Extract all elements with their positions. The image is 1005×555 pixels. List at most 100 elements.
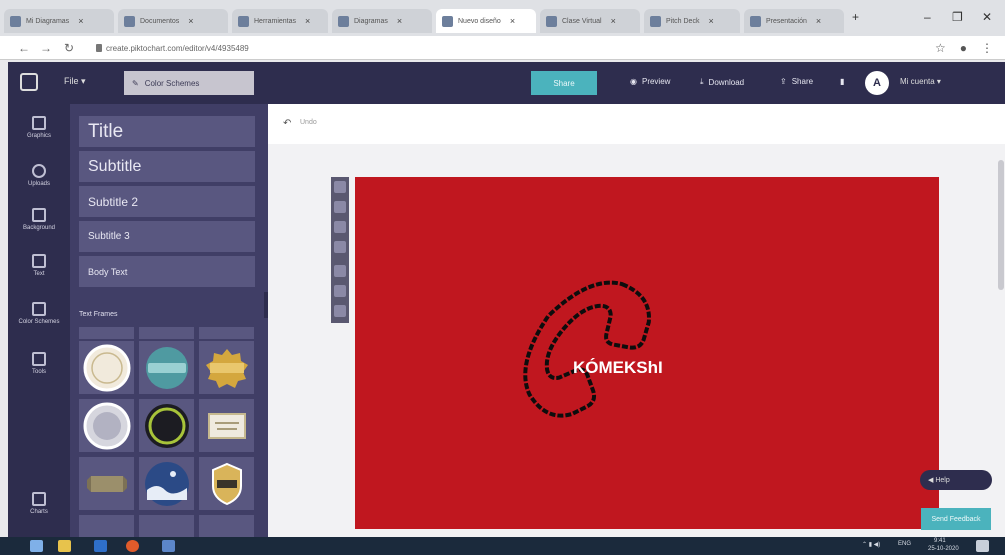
frame-tile[interactable] — [139, 341, 194, 394]
close-tab-icon[interactable]: × — [78, 16, 83, 26]
app-logo-icon[interactable] — [20, 73, 38, 91]
reload-icon[interactable]: ↻ — [64, 41, 74, 55]
bookmark-star-icon[interactable]: ☆ — [935, 41, 946, 55]
back-icon[interactable]: ← — [18, 41, 30, 55]
frame-tile[interactable] — [199, 515, 254, 537]
rail-item-tools[interactable]: Tools — [8, 352, 70, 398]
close-tab-icon[interactable]: × — [188, 16, 193, 26]
design-canvas[interactable]: KÓMEKShI — [355, 177, 939, 529]
frame-tile[interactable] — [139, 327, 194, 339]
rail-item-background[interactable]: Background — [8, 208, 70, 254]
frame-tile[interactable] — [79, 327, 134, 339]
browser-menu-icon[interactable]: ⋮ — [981, 41, 993, 55]
help-label: ◀ Help — [928, 477, 950, 484]
frame-tile[interactable] — [139, 399, 194, 452]
clock-time[interactable]: 9:41 — [934, 538, 946, 544]
phone-handset-icon — [523, 280, 651, 418]
browser-tab[interactable]: Clase Virtual × — [540, 9, 640, 33]
close-tab-icon[interactable]: × — [397, 16, 402, 26]
browser-tab[interactable]: Documentos × — [118, 9, 228, 33]
favicon-icon — [546, 15, 557, 27]
subtitle-text-tile[interactable]: Subtitle — [79, 151, 255, 182]
user-menu[interactable]: Mi cuenta ▾ — [900, 77, 941, 86]
close-tab-icon[interactable]: × — [510, 16, 515, 26]
phone-logo[interactable]: KÓMEKShI — [355, 177, 939, 529]
body-text-tile[interactable]: Body Text — [79, 256, 255, 287]
background-settings-icon[interactable] — [334, 265, 346, 277]
file-menu[interactable]: File ▾ — [64, 76, 86, 87]
rail-item-graphics[interactable]: Graphics — [8, 116, 70, 162]
help-button[interactable]: ◀ Help — [920, 470, 992, 490]
frame-tile[interactable] — [79, 515, 134, 537]
frame-tile[interactable] — [79, 457, 134, 510]
close-tab-icon[interactable]: × — [816, 16, 821, 26]
add-block-icon[interactable] — [334, 241, 346, 253]
duplicate-icon[interactable] — [334, 221, 346, 233]
lock-icon[interactable]: ▮ — [840, 77, 844, 86]
clock-date[interactable]: 25-10-2020 — [928, 546, 959, 552]
frame-tile[interactable] — [139, 457, 194, 510]
frame-tile[interactable] — [199, 327, 254, 339]
send-feedback-button[interactable]: Send Feedback — [921, 508, 991, 530]
close-tab-icon[interactable]: × — [305, 16, 310, 26]
shield-badge-icon — [211, 462, 242, 505]
share-link-button[interactable]: ⇪ Share — [780, 77, 813, 86]
chrome-icon[interactable] — [126, 540, 139, 552]
frame-tile[interactable] — [199, 457, 254, 510]
subtitle-3-text-tile[interactable]: Subtitle 3 — [79, 221, 255, 252]
browser-tab[interactable]: Pitch Deck × — [644, 9, 740, 33]
tray-icons[interactable]: ⌃ ▮ ◀) — [862, 541, 880, 548]
subtitle-2-text-tile[interactable]: Subtitle 2 — [79, 186, 255, 217]
frame-tile[interactable] — [139, 515, 194, 537]
block-settings-icon[interactable] — [334, 285, 346, 297]
browser-tab-active[interactable]: Nuevo diseño × — [436, 9, 536, 33]
move-down-icon[interactable] — [334, 201, 346, 213]
download-button[interactable]: ⤓ Download — [700, 77, 744, 87]
close-tab-icon[interactable]: × — [708, 16, 713, 26]
notifications-icon[interactable] — [976, 540, 989, 552]
delete-block-icon[interactable] — [334, 305, 346, 317]
minimize-icon[interactable]: – — [924, 10, 931, 24]
forward-icon[interactable]: → — [40, 41, 52, 55]
start-icon[interactable] — [30, 540, 43, 552]
avatar[interactable]: A — [865, 71, 889, 95]
browser-tab[interactable]: Diagramas × — [332, 9, 432, 33]
browser-tab[interactable]: Herramientas × — [232, 9, 328, 33]
browser-tab[interactable]: Mi Diagramas × — [4, 9, 114, 33]
browser-tab[interactable]: Presentación × — [744, 9, 844, 33]
undo-label: Undo — [300, 119, 317, 126]
file-explorer-icon[interactable] — [58, 540, 71, 552]
frame-tile[interactable] — [79, 341, 134, 394]
tab-title: Herramientas — [254, 17, 297, 25]
new-tab-icon[interactable]: + — [852, 10, 859, 24]
close-tab-icon[interactable]: × — [611, 16, 616, 26]
rail-item-uploads[interactable]: Uploads — [8, 164, 70, 210]
edge-icon[interactable] — [94, 540, 107, 552]
undo-icon[interactable]: ↶ — [283, 118, 291, 129]
frame-tile[interactable] — [79, 399, 134, 452]
frame-tile[interactable] — [199, 399, 254, 452]
preview-button[interactable]: ◉ Preview — [630, 77, 670, 86]
profile-icon[interactable]: ● — [960, 41, 967, 55]
move-up-icon[interactable] — [334, 181, 346, 193]
rail-item-text[interactable]: Text — [8, 254, 70, 300]
ribbon-badge-icon — [145, 346, 188, 389]
url-field[interactable]: create.piktochart.com/editor/v4/4935489 — [96, 41, 556, 55]
rail-item-charts[interactable]: Charts — [8, 492, 70, 538]
frame-tile[interactable] — [199, 341, 254, 394]
share-button[interactable]: Share — [531, 71, 597, 95]
gold-seal-icon — [205, 348, 248, 388]
share-icon: ⇪ — [780, 77, 787, 86]
language-indicator[interactable]: ENG — [898, 541, 911, 547]
title-text-tile[interactable]: Title — [79, 116, 255, 147]
color-schemes-button[interactable]: ✎ Color Schemes — [124, 71, 254, 95]
maximize-icon[interactable]: ❐ — [952, 10, 963, 24]
vertical-scrollbar[interactable] — [998, 160, 1004, 290]
tab-title: Mi Diagramas — [26, 17, 70, 25]
close-window-icon[interactable]: ✕ — [982, 10, 992, 24]
certificate-frame-icon — [207, 412, 246, 439]
app-icon[interactable] — [162, 540, 175, 552]
download-icon: ⤓ — [700, 77, 704, 86]
rail-item-color-schemes[interactable]: Color Schemes — [8, 302, 70, 348]
tab-title: Nuevo diseño — [458, 17, 501, 25]
